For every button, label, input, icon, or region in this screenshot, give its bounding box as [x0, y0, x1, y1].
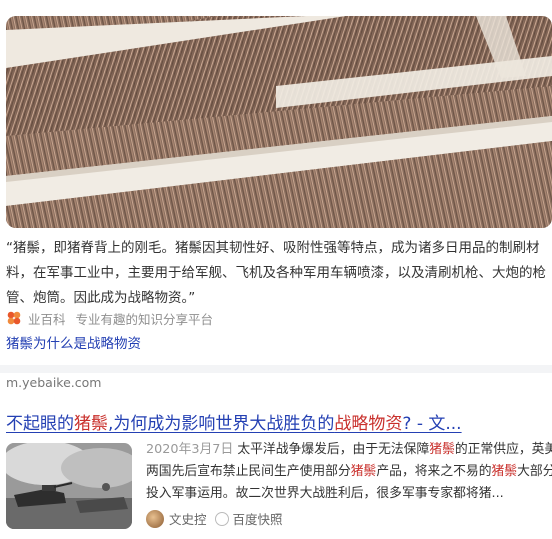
result-domain: m.yebaike.com [6, 375, 102, 390]
snippet-text: 大部分 [517, 464, 552, 479]
related-link[interactable]: 猪鬃为什么是战略物资 [6, 332, 141, 352]
baike-logo-icon [7, 311, 21, 325]
result-thumbnail[interactable] [6, 443, 132, 529]
author-name[interactable]: 文史控 [169, 509, 207, 528]
source-row: 业百科 专业有趣的知识分享平台 [6, 308, 213, 328]
snippet-keyword: 猪鬃 [491, 464, 518, 479]
result-card-2: m.yebaike.com 不起眼的猪鬃,为何成为影响世界大战胜负的战略物资? … [0, 373, 552, 539]
result-card-1: “猪鬃，即猪脊背上的刚毛。猪鬃因其韧性好、吸附性强等特点，成为诸多日用品的制刷材… [0, 0, 552, 365]
quote-line: 料，在军事工业中，主要用于给军舰、飞机及各种军用车辆喷漆，以及清刷机枪、大炮的枪 [6, 265, 546, 281]
quote-text: “猪鬃，即猪脊背上的刚毛。猪鬃因其韧性好、吸附性强等特点，成为诸多日用品的制刷材… [6, 236, 552, 311]
title-keyword: 战略物资 [334, 414, 403, 434]
snippet-date: 2020年3月7日 [146, 442, 234, 457]
avatar-icon [146, 509, 164, 528]
brush-image [6, 16, 552, 228]
result-meta: 文史控 百度快照 [146, 509, 283, 528]
divider [0, 365, 552, 373]
title-part: ,为何成为影响世界大战胜负的 [108, 414, 335, 434]
source-description: 专业有趣的知识分享平台 [75, 311, 214, 327]
title-keyword: 猪鬃 [74, 414, 108, 434]
title-part: ? - 文... [402, 414, 462, 434]
result-snippet: 2020年3月7日 太平洋战争爆发后，由于无法保障猪鬃的正常供应，英美 两国先后… [146, 439, 552, 505]
hero-image-pig-bristle-brushes[interactable] [6, 16, 552, 228]
baidu-paw-icon [214, 511, 229, 526]
snippet-text: 两国先后宣布禁止民间生产使用部分 [146, 464, 351, 479]
snippet-keyword: 猪鬃 [429, 442, 455, 457]
snippet-text: 投入军事运用。故二次世界大战胜利后，很多军事专家都将猪... [146, 486, 504, 501]
snippet-text: 产品，将来之不易的 [376, 464, 492, 479]
quote-line: “猪鬃，即猪脊背上的刚毛。猪鬃因其韧性好、吸附性强等特点，成为诸多日用品的制刷材 [6, 240, 540, 256]
result-title-link[interactable]: 不起眼的猪鬃,为何成为影响世界大战胜负的战略物资? - 文... [6, 409, 462, 434]
snippet-text: 的正常供应，英美 [454, 442, 552, 457]
snapshot-link[interactable]: 百度快照 [233, 509, 283, 528]
title-part: 不起眼的 [6, 414, 74, 434]
snippet-keyword: 猪鬃 [350, 464, 377, 479]
tank-battlefield-image [6, 443, 132, 529]
snippet-text: 太平洋战争爆发后，由于无法保障 [233, 442, 430, 457]
source-name[interactable]: 业百科 [28, 309, 66, 328]
